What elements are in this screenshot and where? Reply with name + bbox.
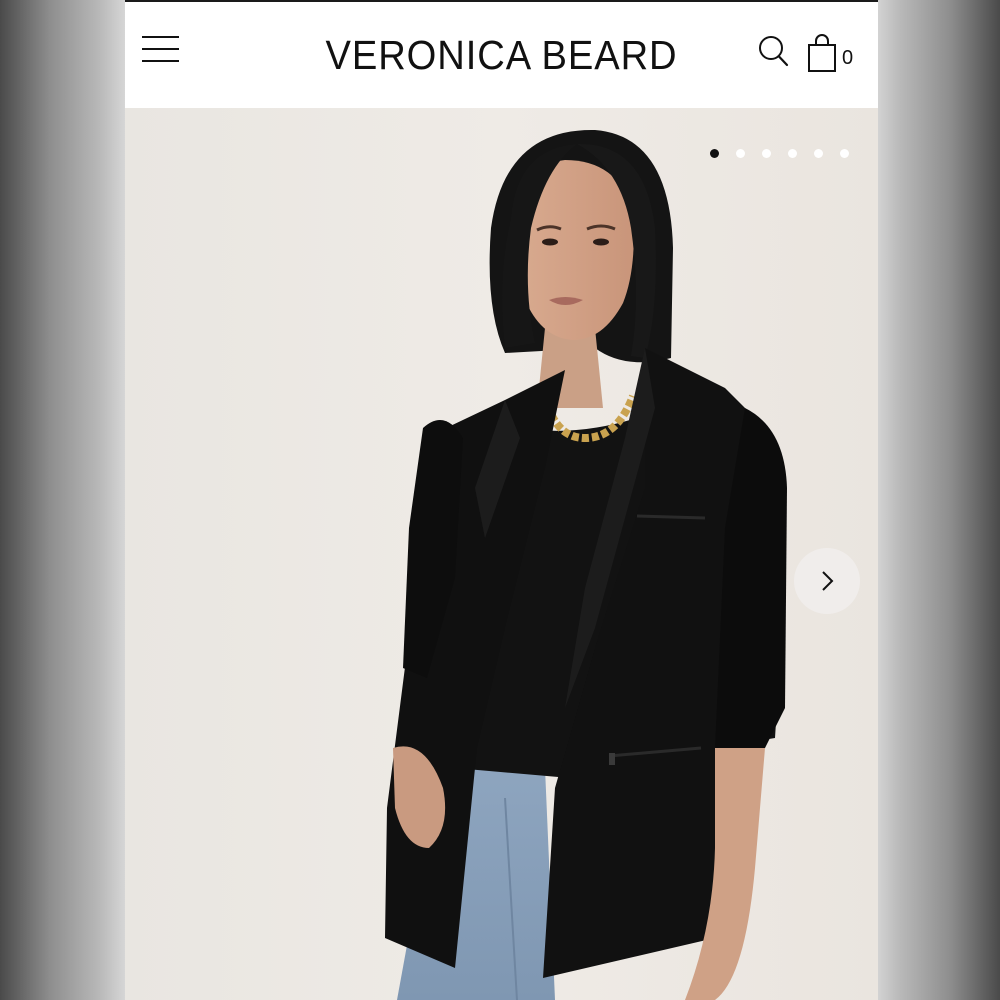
carousel-dot-5[interactable] [814, 149, 823, 158]
carousel-pagination [710, 149, 849, 159]
mobile-viewport: VERONICA BEARD 0 [125, 0, 878, 1000]
brand-logo[interactable]: VERONICA BEARD [151, 32, 851, 79]
carousel-next-button[interactable] [794, 548, 860, 614]
bag-count: 0 [842, 47, 854, 69]
carousel-dot-1[interactable] [710, 149, 719, 158]
site-header: VERONICA BEARD 0 [125, 2, 878, 108]
carousel-dot-6[interactable] [840, 149, 849, 158]
carousel-dot-3[interactable] [762, 149, 771, 158]
product-hero-image[interactable] [125, 108, 878, 1000]
shopping-bag-icon[interactable] [807, 33, 837, 73]
carousel-dot-2[interactable] [736, 149, 745, 158]
chevron-right-icon [822, 571, 834, 591]
carousel-dot-4[interactable] [788, 149, 797, 158]
search-icon[interactable] [758, 35, 790, 69]
